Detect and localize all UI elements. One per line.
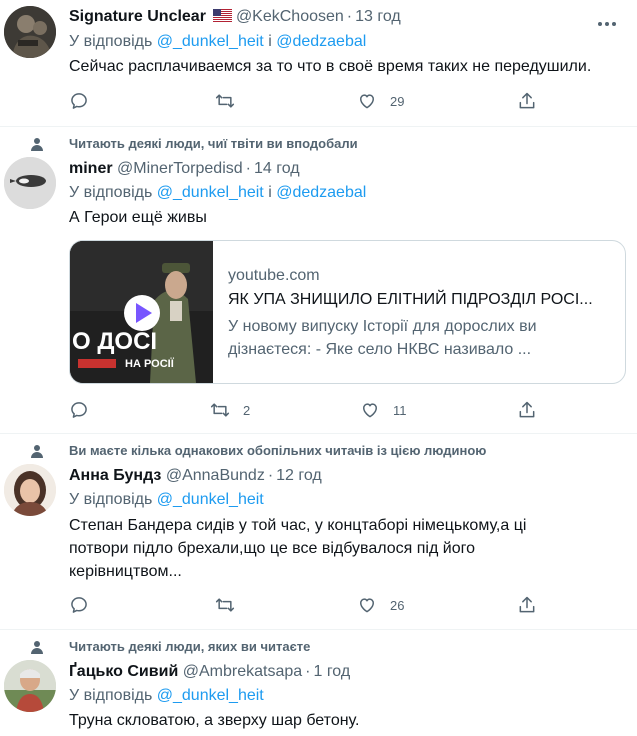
retweet-icon: [215, 598, 235, 612]
like-count: 26: [390, 597, 405, 613]
tweet-text: А Герои ещё живы: [69, 209, 207, 226]
social-context: Читають деякі люди, чиї твіти ви вподоба…: [0, 136, 637, 154]
retweet-button[interactable]: 2: [210, 399, 250, 421]
tweet-actions: 29: [0, 90, 637, 112]
reply-context: У відповідь @_dunkel_heit і @dedzaebal: [69, 183, 366, 203]
tweet-header: Signature Unclear @KekChoosen · 13 год: [69, 7, 401, 27]
reply-prefix: У відповідь: [69, 687, 153, 704]
tweet-actions: 26: [0, 594, 637, 616]
mention-link[interactable]: @dedzaebal: [276, 33, 366, 50]
like-count: 11: [393, 402, 407, 418]
reply-context: У відповідь @_dunkel_heit: [69, 686, 264, 706]
us-flag-icon: [212, 8, 232, 22]
share-icon: [519, 596, 535, 613]
avatar[interactable]: [4, 464, 56, 516]
timestamp[interactable]: 12 год: [276, 467, 322, 484]
avatar[interactable]: [4, 157, 56, 209]
separator-dot: ·: [245, 160, 251, 177]
person-icon: [31, 445, 43, 458]
retweet-button[interactable]: [215, 90, 248, 112]
timestamp[interactable]: 1 год: [313, 663, 350, 680]
mention-link[interactable]: @_dunkel_heit: [157, 491, 264, 508]
separator-dot: ·: [305, 663, 311, 680]
reply-and: і: [268, 33, 272, 50]
like-button[interactable]: 26: [357, 594, 404, 616]
share-button[interactable]: [517, 90, 537, 112]
social-context-text: Читають деякі люди, чиї твіти ви вподоба…: [69, 136, 358, 151]
like-count: 29: [390, 93, 405, 109]
timestamp[interactable]: 13 год: [355, 8, 401, 25]
user-handle[interactable]: @MinerTorpedisd: [117, 160, 243, 177]
tweet-3[interactable]: Ви маєте кілька однакових обопільних чит…: [0, 434, 637, 629]
tweet-2[interactable]: Читають деякі люди, чиї твіти ви вподоба…: [0, 127, 637, 433]
more-options-icon[interactable]: [597, 14, 617, 26]
heart-icon: [360, 598, 374, 613]
tweet-4[interactable]: Читають деякі люди, яких ви читаєте Ґаць…: [0, 630, 637, 736]
retweet-count: 2: [243, 402, 251, 418]
display-name[interactable]: Signature Unclear: [69, 8, 206, 25]
user-handle[interactable]: @Ambrekatsapa: [183, 663, 302, 680]
reply-icon: [71, 597, 87, 613]
thumbnail-title-text: О ДОСІ: [72, 328, 157, 355]
display-name[interactable]: miner: [69, 160, 113, 177]
mention-link[interactable]: @_dunkel_heit: [157, 33, 264, 50]
reply-prefix: У відповідь: [69, 33, 153, 50]
card-description: У новому випуску Історії для дорослих ви…: [228, 318, 537, 358]
timestamp[interactable]: 14 год: [254, 160, 300, 177]
video-thumbnail[interactable]: О ДОСІ НА РОСІЇ: [70, 241, 213, 383]
heart-icon: [363, 403, 377, 418]
retweet-button[interactable]: [215, 594, 248, 616]
mention-link[interactable]: @_dunkel_heit: [157, 184, 264, 201]
tweet-header: miner @MinerTorpedisd · 14 год: [69, 159, 300, 179]
display-name[interactable]: Ґацько Сивий: [69, 663, 178, 680]
tweet-actions: 2 11: [0, 399, 637, 421]
share-button[interactable]: [517, 399, 537, 421]
retweet-icon: [215, 94, 235, 108]
separator-dot: ·: [346, 8, 353, 25]
share-icon: [519, 92, 535, 109]
tweet-1[interactable]: Signature Unclear @KekChoosen · 13 год У ві…: [0, 0, 637, 126]
thumbnail-subtitle-text: НА РОСІЇ: [125, 357, 175, 370]
reply-context: У відповідь @_dunkel_heit: [69, 490, 264, 510]
avatar[interactable]: [4, 6, 56, 58]
user-handle[interactable]: @AnnaBundz: [166, 467, 265, 484]
separator-dot: ·: [267, 467, 274, 484]
reply-icon: [71, 93, 87, 109]
person-icon: [31, 138, 43, 151]
tweet-header: Ґацько Сивий @Ambrekatsapa · 1 год: [69, 662, 350, 682]
social-context: Читають деякі люди, яких ви читаєте: [0, 639, 637, 657]
tweet-text: Степан Бандера сидів у той час, у концта…: [69, 517, 527, 580]
reply-prefix: У відповідь: [69, 184, 153, 201]
reply-button[interactable]: [69, 90, 102, 112]
tweet-header: Анна Бундз @AnnaBundz · 12 год: [69, 466, 322, 486]
card-domain: youtube.com: [228, 267, 320, 284]
reply-and: і: [268, 184, 272, 201]
tweet-text: Труна скловатою, а зверху шар бетону.: [69, 712, 360, 729]
person-icon: [31, 641, 43, 654]
reply-icon: [71, 402, 87, 418]
social-context-text: Ви маєте кілька однакових обопільних чит…: [69, 443, 487, 458]
share-button[interactable]: [517, 594, 537, 616]
mention-link[interactable]: @dedzaebal: [276, 184, 366, 201]
reply-context: У відповідь @_dunkel_heit і @dedzaebal: [69, 32, 366, 52]
social-context: Ви маєте кілька однакових обопільних чит…: [0, 443, 637, 461]
social-context-text: Читають деякі люди, яких ви читаєте: [69, 639, 311, 654]
reply-prefix: У відповідь: [69, 491, 153, 508]
like-button[interactable]: 29: [357, 90, 404, 112]
reply-button[interactable]: [69, 594, 102, 616]
tweet-text: Сейчас расплачиваемся за то что в своё в…: [69, 58, 592, 75]
retweet-icon: [210, 403, 230, 417]
display-name[interactable]: Анна Бундз: [69, 467, 161, 484]
link-card[interactable]: О ДОСІ НА РОСІЇ youtube.com ЯК УПА ЗНИЩИ…: [69, 240, 626, 384]
avatar[interactable]: [4, 660, 56, 712]
heart-icon: [360, 94, 374, 109]
like-button[interactable]: 11: [360, 399, 407, 421]
tweet-feed: Signature Unclear @KekChoosen · 13 год У ві…: [0, 0, 637, 736]
reply-button[interactable]: [69, 399, 102, 421]
card-title[interactable]: ЯК УПА ЗНИЩИЛО ЕЛІТНИЙ ПІДРОЗДІЛ РОСІ...: [228, 291, 593, 309]
share-icon: [519, 401, 535, 418]
user-handle[interactable]: @KekChoosen: [236, 8, 344, 25]
mention-link[interactable]: @_dunkel_heit: [157, 687, 264, 704]
